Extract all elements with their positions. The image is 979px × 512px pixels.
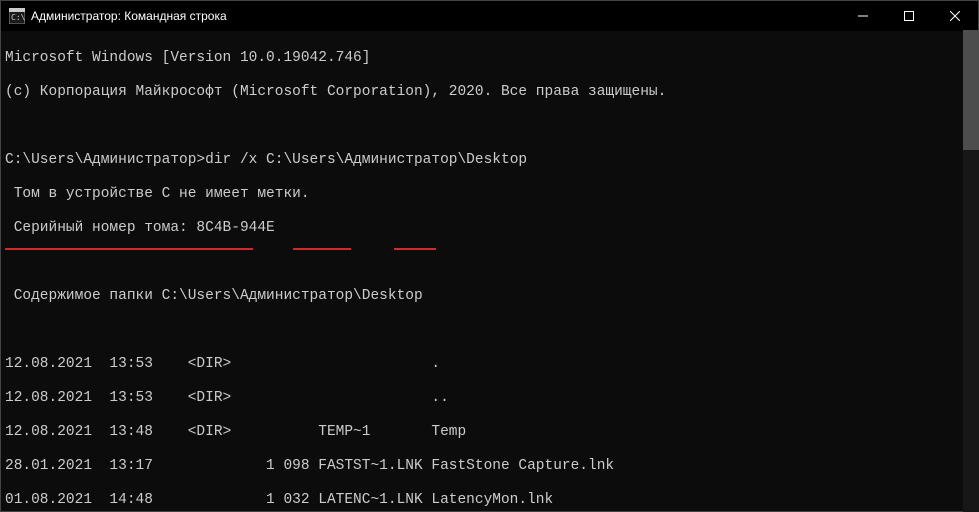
window-controls — [840, 1, 978, 31]
blank-line — [5, 322, 974, 339]
terminal-output[interactable]: Microsoft Windows [Version 10.0.19042.74… — [1, 31, 978, 511]
cmd-icon: C:\ — [9, 8, 25, 24]
scrollbar[interactable] — [963, 30, 979, 512]
prompt-command: dir /x C:\Users\Администратор\Desktop — [205, 152, 527, 168]
dir-header: Содержимое папки C:\Users\Администратор\… — [5, 288, 974, 305]
banner-line: (c) Корпорация Майкрософт (Microsoft Cor… — [5, 84, 974, 101]
dir-row: 01.08.2021 14:48 1 032 LATENC~1.LNK Late… — [5, 492, 974, 509]
scrollbar-thumb[interactable] — [963, 30, 979, 150]
prompt-path: C:\Users\Администратор> — [5, 152, 205, 168]
banner-line: Microsoft Windows [Version 10.0.19042.74… — [5, 50, 974, 67]
dir-row: 12.08.2021 13:53 <DIR> .. — [5, 390, 974, 407]
close-button[interactable] — [932, 1, 978, 31]
maximize-button[interactable] — [886, 1, 932, 31]
highlight-underline — [293, 248, 351, 250]
window-title: Администратор: Командная строка — [31, 9, 840, 23]
minimize-button[interactable] — [840, 1, 886, 31]
highlight-underline — [394, 248, 436, 250]
serial-line: Серийный номер тома: 8C4B-944E — [5, 220, 974, 237]
highlight-underline — [5, 248, 253, 250]
prompt-line: C:\Users\Администратор>dir /x C:\Users\А… — [5, 152, 974, 169]
dir-row: 28.01.2021 13:17 1 098 FASTST~1.LNK Fast… — [5, 458, 974, 475]
titlebar[interactable]: C:\ Администратор: Командная строка — [1, 1, 978, 31]
svg-text:C:\: C:\ — [11, 13, 25, 22]
volume-line: Том в устройстве C не имеет метки. — [5, 186, 974, 203]
blank-line — [5, 254, 974, 271]
dir-row: 12.08.2021 13:48 <DIR> TEMP~1 Temp — [5, 424, 974, 441]
blank-line — [5, 118, 974, 135]
dir-row: 12.08.2021 13:53 <DIR> . — [5, 356, 974, 373]
cmd-window: C:\ Администратор: Командная строка Micr… — [0, 0, 979, 512]
